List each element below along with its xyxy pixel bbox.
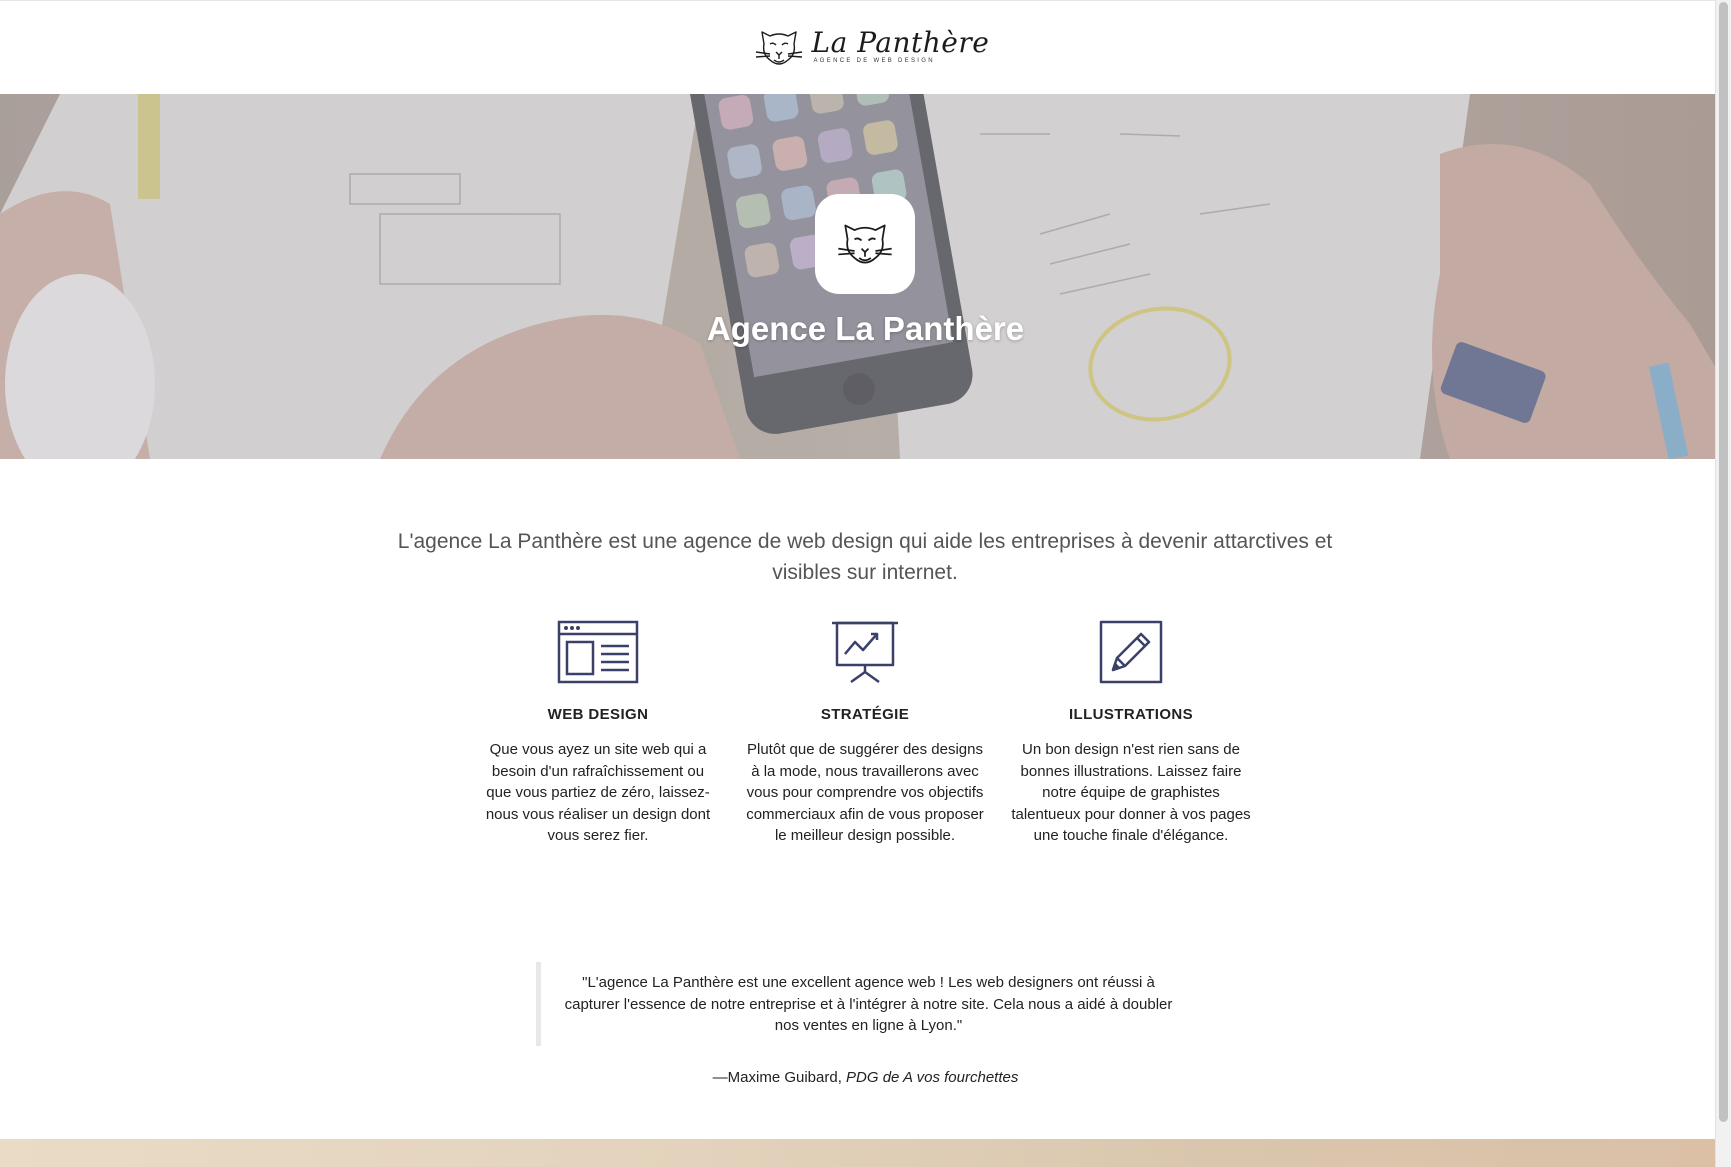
- hero-banner: Agence La Panthère: [0, 94, 1731, 459]
- service-title: STRATÉGIE: [820, 706, 910, 723]
- service-strategie: STRATÉGIE Plutôt que de suggérer des des…: [745, 620, 985, 847]
- service-web-design: WEB DESIGN Que vous ayez un site web qui…: [478, 620, 718, 847]
- next-section-background: [0, 1139, 1731, 1167]
- scrollbar-thumb[interactable]: [1719, 2, 1728, 1122]
- site-header: La Panthère AGENCE DE WEB DESIGN: [0, 0, 1731, 94]
- presentation-chart-icon: [832, 621, 898, 684]
- pencil-square-icon: [1099, 620, 1163, 684]
- testimonial-quote: "L'agence La Panthère est une excellent …: [536, 962, 1196, 1046]
- services-section: WEB DESIGN Que vous ayez un site web qui…: [0, 620, 1731, 880]
- testimonial-citation: —Maxime Guibard, PDG de A vos fourchette…: [0, 1069, 1731, 1086]
- testimonial-role: PDG de A vos fourchettes: [846, 1069, 1019, 1086]
- service-description: Plutôt que de suggérer des designs à la …: [746, 741, 984, 844]
- site-logo[interactable]: La Panthère AGENCE DE WEB DESIGN: [754, 26, 989, 70]
- logo-name: La Panthère: [811, 25, 990, 59]
- logo-tagline: AGENCE DE WEB DESIGN: [813, 57, 935, 64]
- service-title: ILLUSTRATIONS: [1068, 706, 1194, 723]
- panther-head-icon: [755, 30, 802, 65]
- page-scrollbar[interactable]: [1715, 0, 1731, 1167]
- testimonial-author: —Maxime Guibard,: [712, 1069, 847, 1086]
- intro-text: L'agence La Panthère est une agence de w…: [397, 530, 1333, 584]
- service-description: Que vous ayez un site web qui a besoin d…: [485, 741, 711, 844]
- panther-head-icon: [838, 224, 892, 264]
- service-title: WEB DESIGN: [547, 706, 649, 723]
- service-illustrations: ILLUSTRATIONS Un bon design n'est rien s…: [1011, 620, 1251, 847]
- browser-window-icon: [557, 620, 639, 684]
- hero-title: Agence La Panthère: [706, 310, 1025, 347]
- service-description: Un bon design n'est rien sans de bonnes …: [1011, 741, 1251, 844]
- hero-logo-badge: [815, 194, 915, 294]
